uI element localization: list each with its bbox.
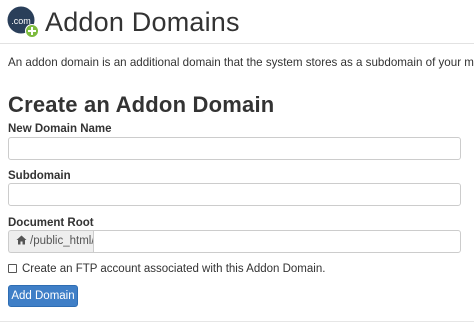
subdomain-input[interactable]: [8, 183, 461, 206]
subdomain-label: Subdomain: [8, 170, 71, 182]
addon-domains-page: .com Addon Domains An addon domain is an…: [0, 0, 474, 327]
document-root-input[interactable]: [93, 230, 461, 253]
section-title: Create an Addon Domain: [8, 92, 275, 117]
home-icon: [16, 235, 27, 245]
ftp-account-checkbox[interactable]: [8, 264, 17, 273]
new-domain-input[interactable]: [8, 137, 461, 160]
new-domain-label: New Domain Name: [8, 123, 112, 135]
document-root-group: /public_html/: [8, 230, 461, 253]
bottom-divider: [0, 321, 474, 322]
ftp-account-label[interactable]: Create an FTP account associated with th…: [22, 262, 325, 276]
header-divider: [0, 43, 474, 44]
document-root-prefix-text: /public_html/: [30, 235, 95, 247]
page-header: .com Addon Domains: [0, 0, 474, 44]
addon-domain-icon: .com: [7, 6, 39, 38]
document-root-label: Document Root: [8, 217, 94, 229]
page-title: Addon Domains: [45, 7, 240, 37]
document-root-prefix: /public_html/: [8, 230, 95, 253]
add-domain-button[interactable]: Add Domain: [8, 285, 78, 307]
addon-domain-icon-text: .com: [11, 16, 31, 26]
intro-description: An addon domain is an additional domain …: [8, 56, 474, 69]
